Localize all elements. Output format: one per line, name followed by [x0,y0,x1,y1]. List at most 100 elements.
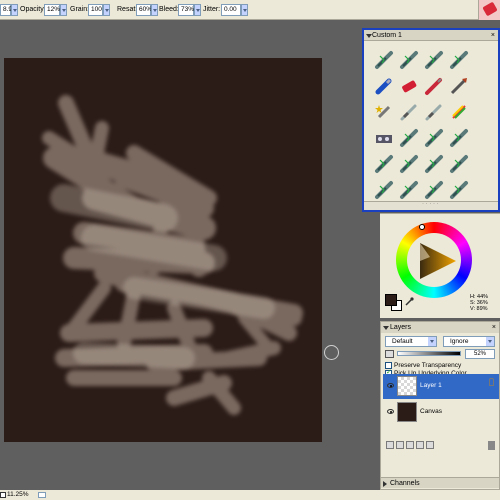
pencil-brush-icon [375,155,393,173]
brush-variant-11[interactable] [422,100,446,124]
value-value: V: 89% [470,306,488,312]
dynamic-plugins-icon[interactable] [396,441,404,449]
zoom-icon[interactable] [0,492,6,498]
chevron-down-icon [486,337,494,346]
new-layer-icon[interactable] [416,441,424,449]
brush-variant-16[interactable] [447,126,471,150]
layer-name: Canvas [420,408,443,415]
layers-toolbar [383,441,497,451]
brush-variant-3[interactable] [422,48,446,72]
brush-variant-22[interactable] [397,178,421,202]
brush-variant-12[interactable] [447,100,471,124]
chevron-down-icon [428,337,436,346]
rainbow-brush-icon [452,105,466,119]
brush-variant-2[interactable] [397,48,421,72]
brush-variant-14[interactable] [397,126,421,150]
brush-variant-1[interactable] [372,48,396,72]
preserve-transparency-label: Preserve Transparency [394,362,462,369]
composite-depth-value: Ignore [450,338,469,345]
jitter-field[interactable]: 0.00 [221,4,241,16]
saturation-value-triangle[interactable] [418,241,458,281]
close-icon[interactable]: × [491,30,495,41]
wedge-brush-icon [450,78,467,95]
chevron-left-icon[interactable] [38,492,46,498]
layers-title-text: Layers [390,324,412,331]
grain-field[interactable]: 100 [88,4,103,16]
brush-variant-6[interactable] [397,74,421,98]
brush-size-spin[interactable] [11,4,18,16]
layer-row-canvas[interactable]: Canvas [383,400,499,425]
brush-variant-7[interactable] [422,74,446,98]
pencil-brush-icon [425,129,443,147]
brush-variant-grid [372,48,471,203]
brush-size-field[interactable]: 8.9 [0,4,12,16]
layer-commands-icon[interactable] [386,441,394,449]
status-bar: 11.25% [0,490,500,500]
brush-variant-13[interactable] [372,126,396,150]
visibility-eye-icon[interactable] [387,383,394,388]
brush-cursor-icon [324,345,339,360]
media-brush-icon [376,135,392,143]
lock-icon[interactable] [489,378,494,386]
painting-canvas[interactable] [4,58,322,442]
eraser-tool-icon[interactable] [478,0,500,20]
bleed-field[interactable]: 73% [178,4,194,16]
blue-marker-icon [375,78,392,95]
brush-panel-resize-handle[interactable] [364,201,498,210]
palette-knife-icon [425,104,442,121]
layers-panel-title[interactable]: Layers × [381,322,499,333]
brush-variant-10[interactable] [397,100,421,124]
brush-variant-23[interactable] [422,178,446,202]
brush-strokes-icon [42,95,303,415]
opacity-field[interactable]: 12% [44,4,60,16]
layer-opacity-slider[interactable] [397,351,461,356]
red-eraser-icon [402,80,417,93]
brush-variant-4[interactable] [447,48,471,72]
brush-variant-21[interactable] [372,178,396,202]
brush-variant-20[interactable] [447,152,471,176]
pencil-brush-icon [375,181,393,199]
pencil-brush-icon [400,129,418,147]
resat-spin[interactable] [151,4,158,16]
layer-thumbnail [397,402,417,422]
new-group-icon[interactable] [426,441,434,449]
resat-field[interactable]: 60% [136,4,152,16]
zoom-level[interactable]: 11.25% [7,490,29,500]
brush-variant-18[interactable] [397,152,421,176]
composite-method-select[interactable]: Default [385,336,437,347]
color-panel: H: 44% S: 36% V: 89% [380,213,500,318]
new-layer-mask-icon[interactable] [406,441,414,449]
brush-variant-5[interactable] [372,74,396,98]
pencil-brush-icon [425,51,443,69]
pencil-brush-icon [425,155,443,173]
brush-variant-8[interactable] [447,74,471,98]
hue-marker-icon[interactable] [419,224,425,230]
channels-panel-tab[interactable]: Channels [381,477,499,488]
brush-variant-17[interactable] [372,152,396,176]
opacity-spin[interactable] [60,4,67,16]
opacity-label: Opacity: [20,6,46,13]
pencil-brush-icon [450,181,468,199]
dropper-icon[interactable] [405,297,414,306]
brush-variant-9[interactable] [372,100,396,124]
brush-selector-panel: Custom 1 × [362,28,500,212]
red-pen-icon [425,78,442,95]
brush-panel-title[interactable]: Custom 1 × [364,30,498,41]
layer-name: Layer 1 [420,382,442,389]
star-brush-icon [375,105,391,119]
close-icon[interactable]: × [492,322,496,333]
trash-icon[interactable] [488,441,495,450]
brush-variant-24[interactable] [447,178,471,202]
visibility-eye-icon[interactable] [387,409,394,414]
main-color-swatch[interactable] [385,294,397,306]
brush-variant-19[interactable] [422,152,446,176]
brush-variant-15[interactable] [422,126,446,150]
grain-spin[interactable] [103,4,110,16]
layer-row-layer-1[interactable]: Layer 1 [383,374,499,399]
composite-depth-select[interactable]: Ignore [443,336,495,347]
jitter-spin[interactable] [241,4,248,16]
bleed-spin[interactable] [194,4,201,16]
layer-opacity-field[interactable]: 52% [465,349,495,359]
composite-method-value: Default [392,338,413,345]
pencil-brush-icon [400,181,418,199]
